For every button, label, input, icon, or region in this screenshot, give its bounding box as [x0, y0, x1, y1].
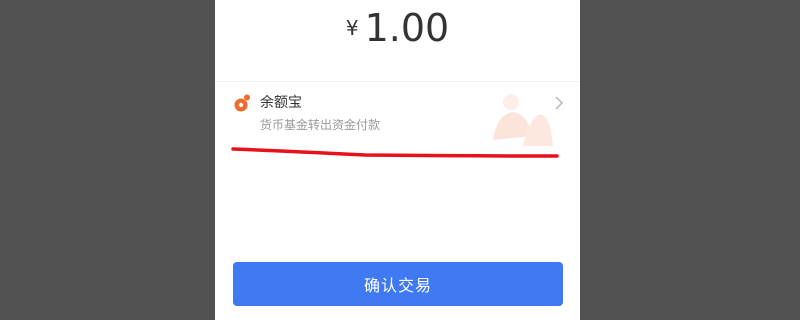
chevron-right-icon [555, 96, 564, 110]
payment-method-name: 余额宝 [260, 95, 302, 111]
amount-value: 1.00 [364, 6, 450, 50]
currency-symbol: ¥ [345, 16, 359, 40]
payment-method-description: 货币基金转出资金付款 [260, 118, 381, 132]
confirm-transaction-button[interactable]: 确认交易 [233, 262, 563, 306]
yuebao-icon [234, 94, 250, 112]
decorative-watermark-icon [493, 94, 553, 146]
annotation-red-underline [231, 147, 559, 158]
payment-amount: ¥1.00 [215, 6, 580, 50]
payment-sheet: ¥1.00 余额宝 货币基金转出资金付款 确认交易 [215, 0, 580, 320]
